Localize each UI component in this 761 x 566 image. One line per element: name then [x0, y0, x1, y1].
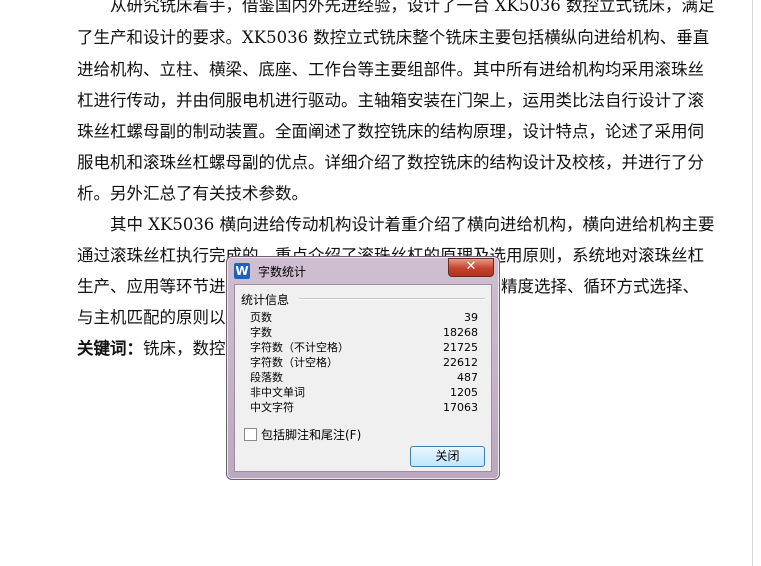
stat-row: 页数 39 [250, 311, 486, 325]
dialog-titlebar[interactable]: W 字数统计 ✕ [227, 257, 499, 283]
stat-label: 非中文单词 [250, 386, 305, 399]
include-footnotes-checkbox[interactable] [244, 428, 257, 441]
stat-row: 字符数（不计空格） 21725 [250, 341, 486, 355]
stat-label: 字符数（不计空格） [250, 341, 349, 354]
paragraph-line: 析。另外汇总了有关技术参数。 [77, 184, 308, 203]
paragraph-line: 与主机匹配的原则以 [77, 308, 226, 327]
group-label: 统计信息 [241, 291, 294, 308]
close-icon[interactable]: ✕ [448, 258, 494, 277]
stat-row: 中文字符 17063 [250, 401, 486, 415]
paragraph-line: 其中 XK5036 横向进给传动机构设计着重介绍了横向进给机构，横向进给机构主要 [110, 215, 715, 234]
stat-label: 字符数（计空格） [250, 356, 338, 369]
paragraph-line: 服电机和滚珠丝杠螺母副的优点。详细介绍了数控铣床的结构设计及校核，并进行了分 [77, 153, 704, 172]
stat-label: 段落数 [250, 371, 283, 384]
close-button[interactable]: 关闭 [410, 446, 485, 467]
stat-value: 1205 [450, 386, 478, 399]
stat-row: 段落数 487 [250, 371, 486, 385]
paragraph-line: 从研究铣床着手，借鉴国内外先进经验，设计了一台 XK5036 数控立式铣床，满足 [110, 0, 715, 15]
paragraph-line-tail: 精度选择、循环方式选择、 [501, 277, 699, 296]
keywords-label: 关键词： [77, 339, 143, 358]
page-edge [752, 0, 753, 566]
keywords-text: 铣床，数控 [143, 339, 226, 358]
stat-value: 22612 [443, 356, 478, 369]
word-count-dialog: W 字数统计 ✕ 统计信息 页数 39 字数 18268 字符数（不计空格） 2… [226, 256, 500, 480]
stat-row: 字符数（计空格） 22612 [250, 356, 486, 370]
dialog-title: 字数统计 [258, 265, 307, 279]
paragraph-line: 生产、应用等环节进 [77, 277, 226, 296]
stat-label: 中文字符 [250, 401, 294, 414]
stat-label: 字数 [250, 326, 272, 339]
paragraph-line: 杠进行传动，并由伺服电机进行驱动。主轴箱安装在门架上，运用类比法自行设计了滚 [77, 91, 704, 110]
stat-value: 39 [464, 311, 478, 324]
wps-app-icon: W [234, 263, 250, 279]
paragraph-line: 珠丝杠螺母副的制动装置。全面阐述了数控铣床的结构原理，设计特点，论述了采用伺 [77, 122, 704, 141]
stat-value: 21725 [443, 341, 478, 354]
stat-label: 页数 [250, 311, 272, 324]
stat-row: 非中文单词 1205 [250, 386, 486, 400]
paragraph-line: 进给机构、立柱、横梁、底座、工作台等主要组部件。其中所有进给机构均采用滚珠丝 [77, 60, 704, 79]
dialog-body: 统计信息 页数 39 字数 18268 字符数（不计空格） 21725 字符数（… [234, 284, 492, 472]
group-divider [299, 298, 485, 300]
stat-value: 17063 [443, 401, 478, 414]
stat-value: 18268 [443, 326, 478, 339]
stat-row: 字数 18268 [250, 326, 486, 340]
paragraph-line: 了生产和设计的要求。XK5036 数控立式铣床整个铣床主要包括横纵向进给机构、垂… [77, 28, 710, 47]
include-footnotes-label[interactable]: 包括脚注和尾注(F) [261, 426, 361, 443]
stat-value: 487 [457, 371, 478, 384]
